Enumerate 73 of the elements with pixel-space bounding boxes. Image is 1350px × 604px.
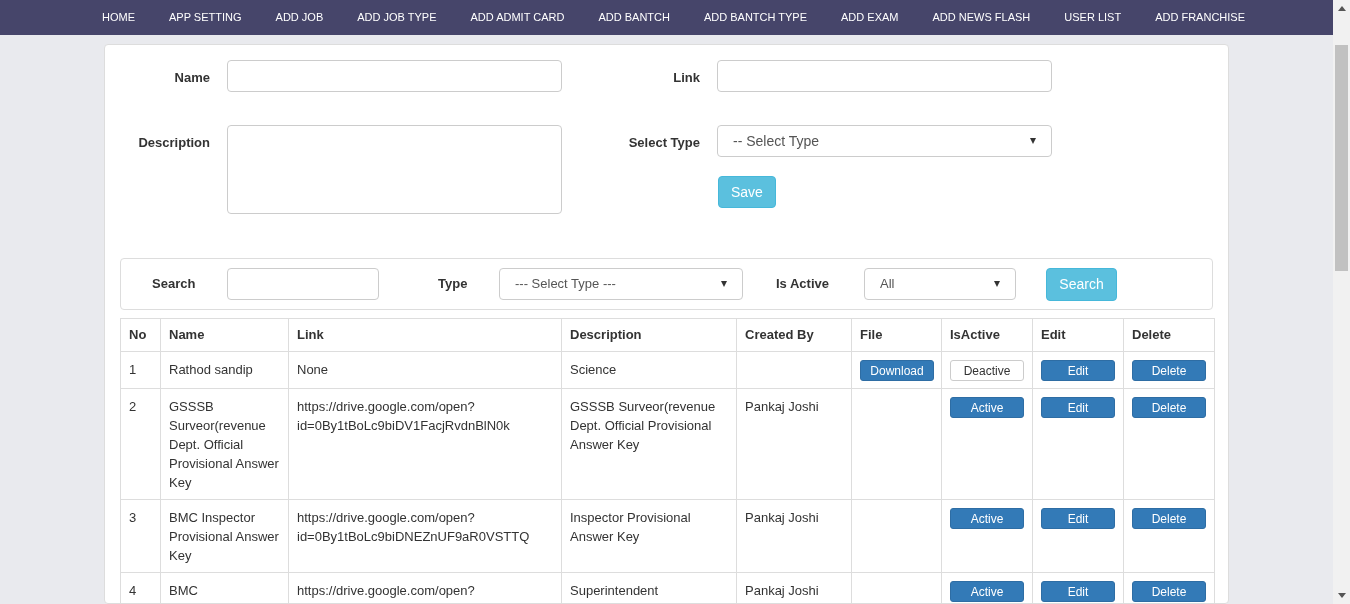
nav-link[interactable]: ADD ADMIT CARD (470, 9, 565, 26)
status-toggle-button[interactable]: Active (950, 508, 1024, 529)
edit-button[interactable]: Edit (1041, 508, 1115, 529)
row-number: 1 (129, 362, 137, 377)
status-toggle-button[interactable]: Active (950, 397, 1024, 418)
name-input-field[interactable] (227, 60, 562, 92)
description-textarea[interactable] (227, 125, 562, 214)
field-label: Name (173, 69, 210, 87)
description-text: Inspector Provisional Answer Key (570, 510, 691, 544)
column-header: Link (297, 327, 324, 343)
delete-button[interactable]: Delete (1132, 360, 1206, 381)
link-text: None (297, 362, 329, 377)
creator-name: Pankaj Joshi (745, 583, 819, 598)
field-label: Search (152, 275, 197, 294)
name-text: BMC (169, 583, 198, 598)
delete-button[interactable]: Delete (1132, 581, 1206, 602)
nav-link[interactable]: ADD EXAM (841, 9, 899, 26)
field-label: Select Type (627, 134, 700, 152)
download-button[interactable]: Download (860, 360, 934, 381)
link-text: https://drive.google.com/open? (297, 583, 475, 598)
edit-button[interactable]: Edit (1041, 581, 1115, 602)
column-header: Description (570, 327, 642, 343)
creator-name: Pankaj Joshi (745, 510, 819, 525)
type-filter-dropdown[interactable]: --- Select Type --- (499, 268, 743, 300)
name-text: Rathod sandip (169, 362, 253, 377)
field-label: Link (672, 69, 700, 87)
link-text: https://drive.google.com/open?id=0By1tBoLc9biDV1FacjRvdnBlN0k (297, 399, 510, 433)
nav-link[interactable]: APP SETTING (169, 9, 242, 26)
column-header: File (860, 327, 883, 343)
status-toggle-button[interactable]: Active (950, 581, 1024, 602)
column-header: IsActive (950, 327, 1000, 343)
nav-link[interactable]: USER LIST (1064, 9, 1122, 26)
field-label: Description (137, 134, 210, 152)
nav-link[interactable]: HOME (102, 9, 135, 26)
search-input-field[interactable] (227, 268, 379, 300)
nav-link[interactable]: ADD BANTCH TYPE (703, 9, 808, 26)
delete-button[interactable]: Delete (1132, 397, 1206, 418)
row-number: 2 (129, 399, 137, 414)
status-toggle-button[interactable]: Deactive (950, 360, 1024, 381)
nav-link[interactable]: ADD JOB TYPE (357, 9, 437, 26)
nav-link[interactable]: ADD NEWS FLASH (932, 9, 1031, 26)
vertical-scrollbar[interactable] (1333, 0, 1350, 604)
description-text: Superintendent (570, 583, 659, 598)
name-text: GSSSB Surveor(revenue Dept. Official Provisional Answer Key (169, 399, 279, 490)
link-input-field[interactable] (717, 60, 1052, 92)
link-text: https://drive.google.com/open?id=0By1tBoLc9biDNEZnUF9aR0VSTTQ (297, 510, 530, 544)
edit-button[interactable]: Edit (1041, 360, 1115, 381)
column-header: Edit (1041, 327, 1066, 343)
field-label: Is Active (776, 275, 830, 294)
description-text: Science (570, 362, 617, 377)
scrollbar-thumb[interactable] (1335, 45, 1348, 271)
delete-button[interactable]: Delete (1132, 508, 1206, 529)
dropdown-caret-icon (994, 281, 1000, 287)
dropdown-caret-icon (721, 281, 727, 287)
column-header: No (129, 327, 147, 343)
name-text: BMC Inspector Provisional Answer Key (169, 510, 279, 563)
column-header: Name (169, 327, 205, 343)
nav-link[interactable]: ADD JOB (275, 9, 324, 26)
nav-link[interactable]: ADD BANTCH (598, 9, 670, 26)
column-header: Created By (745, 327, 814, 343)
row-number: 3 (129, 510, 137, 525)
creator-name: Pankaj Joshi (745, 399, 819, 414)
nav-link[interactable]: ADD FRANCHISE (1155, 9, 1245, 26)
scroll-up-arrow-icon[interactable] (1337, 6, 1346, 11)
row-number: 4 (129, 583, 137, 598)
field-label: Type (438, 275, 469, 294)
description-text: GSSSB Surveor(revenue Dept. Official Provisional Answer Key (570, 399, 716, 452)
type-select-dropdown[interactable]: -- Select Type (717, 125, 1052, 157)
active-filter-dropdown[interactable]: All (864, 268, 1016, 300)
dropdown-caret-icon (1030, 138, 1036, 144)
column-header: Delete (1132, 327, 1172, 343)
edit-button[interactable]: Edit (1041, 397, 1115, 418)
scroll-down-arrow-icon[interactable] (1337, 593, 1346, 598)
